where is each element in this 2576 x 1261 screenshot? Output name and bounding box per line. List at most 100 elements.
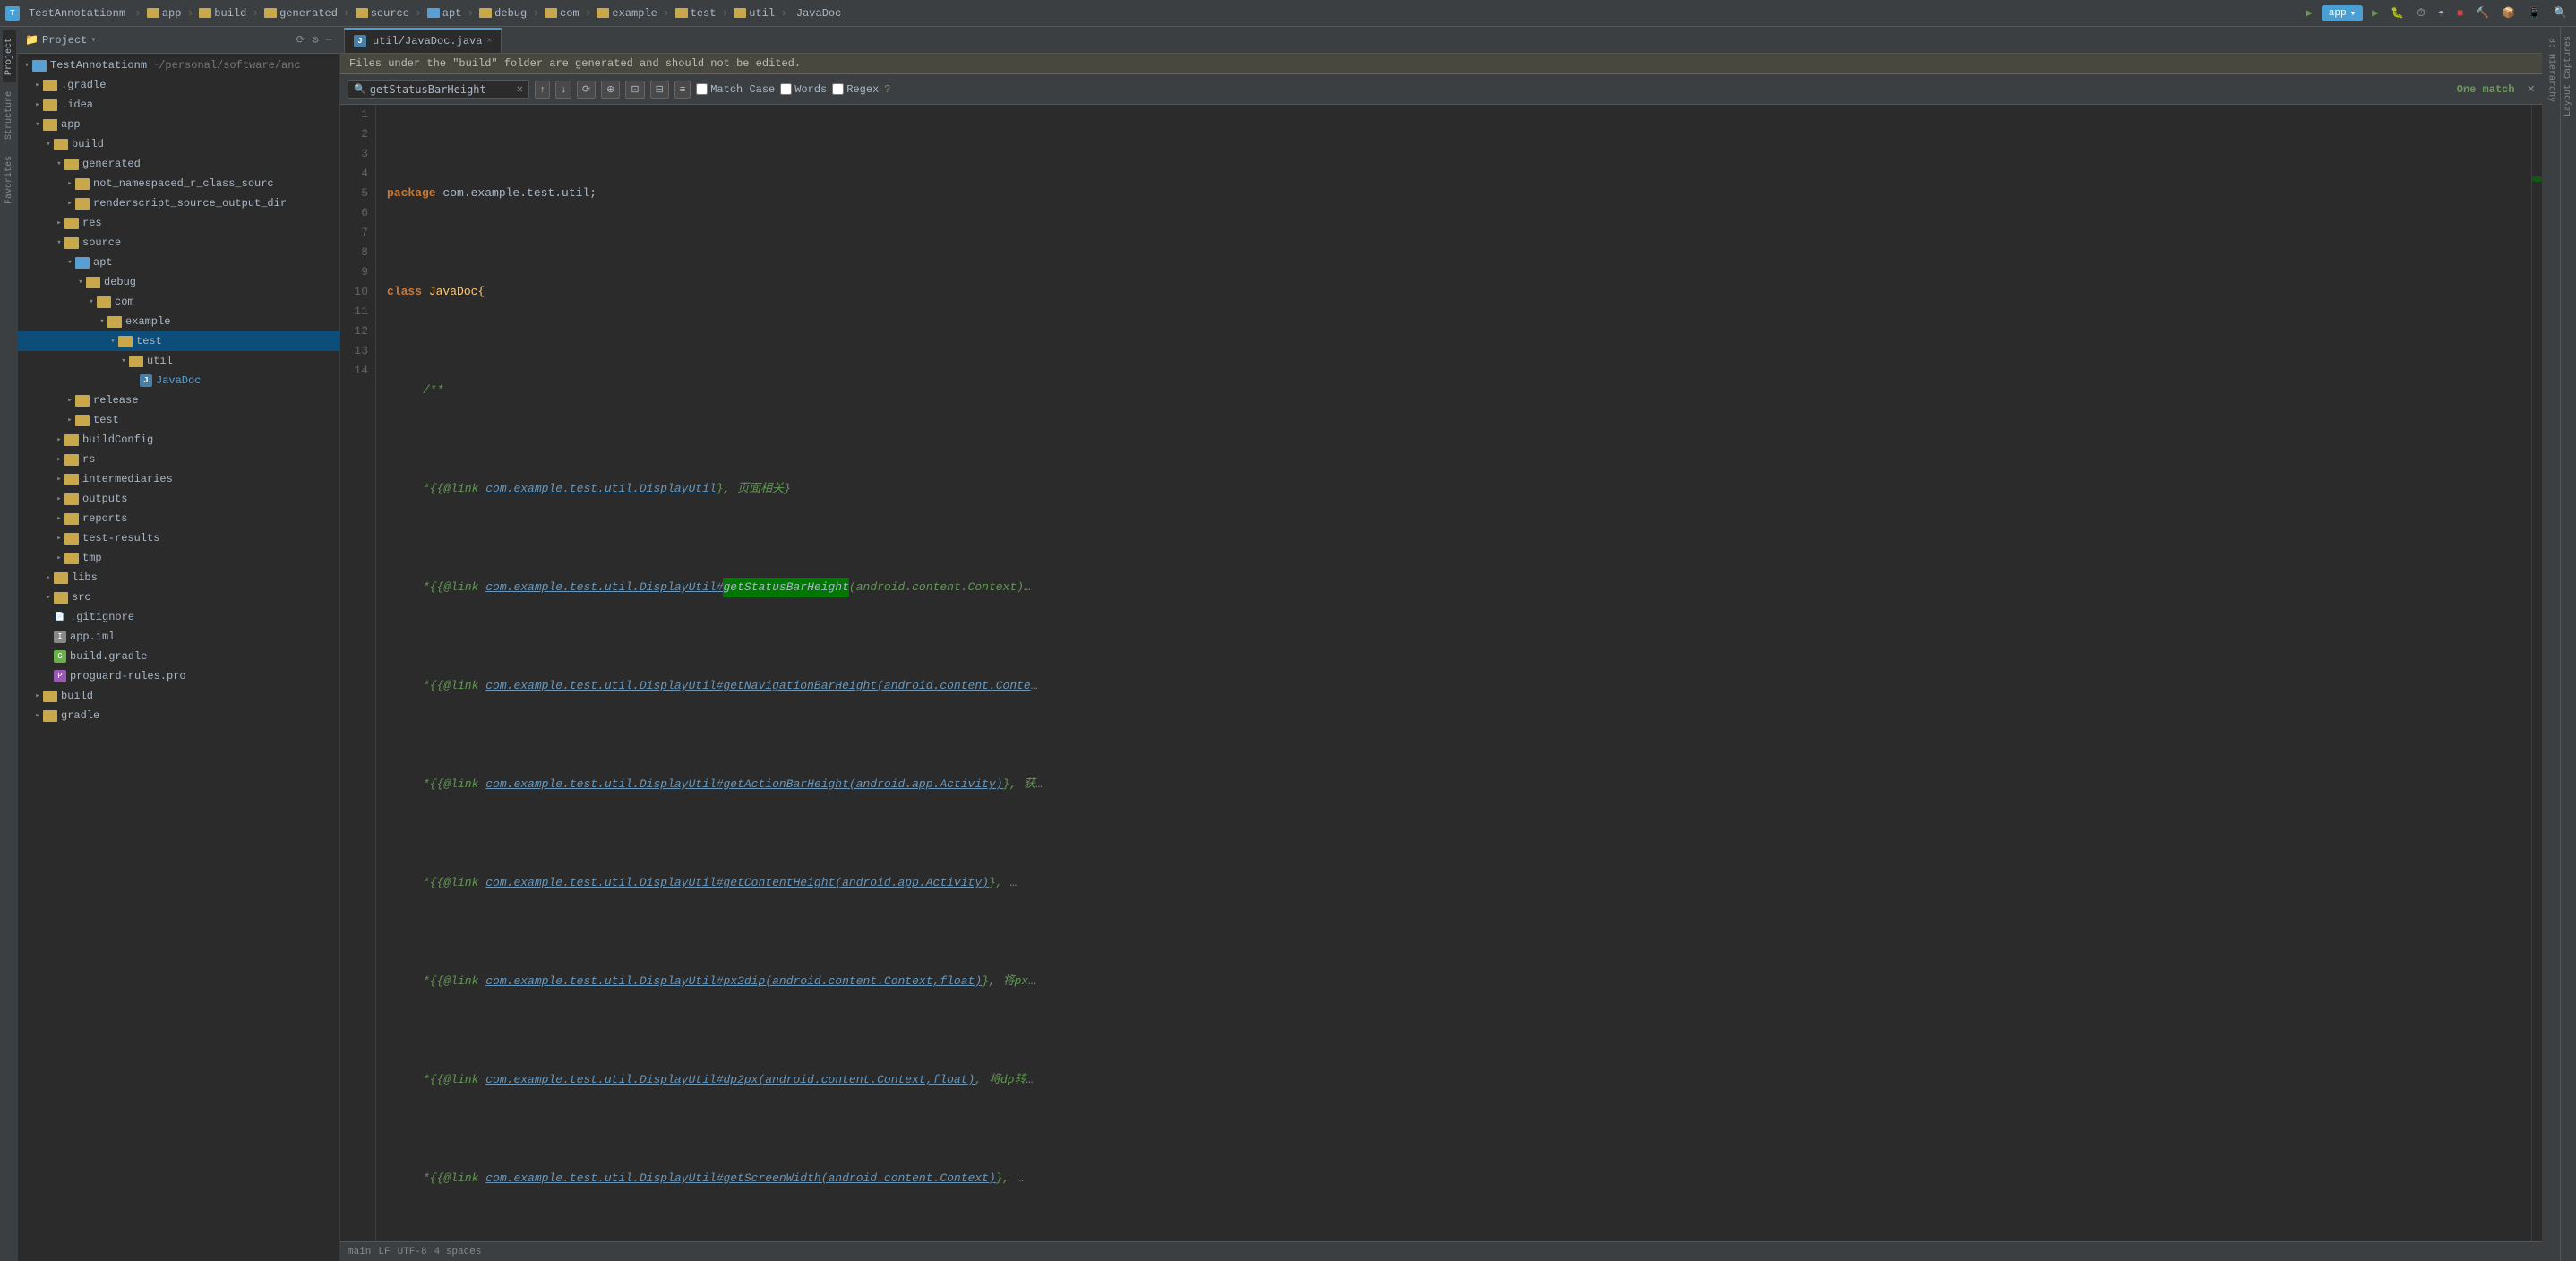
left-tab-project[interactable]: Project: [3, 30, 16, 82]
tree-item-gradle-hidden[interactable]: .gradle: [18, 75, 339, 95]
search-clear-button[interactable]: ✕: [517, 82, 523, 96]
tree-item-src[interactable]: src: [18, 588, 339, 607]
code-content[interactable]: package com.example.test.util; class Jav…: [376, 105, 2531, 1241]
breadcrumb-source[interactable]: source: [356, 7, 409, 20]
search-find-all-button[interactable]: ⟳: [577, 81, 596, 99]
tab-close-button[interactable]: ×: [486, 37, 492, 47]
profile-icon[interactable]: ⏱: [2413, 5, 2428, 21]
tree-item-tmp[interactable]: tmp: [18, 548, 339, 568]
breadcrumb-apt[interactable]: apt: [427, 7, 462, 20]
breadcrumb-com[interactable]: com: [545, 7, 580, 20]
search-prev-button[interactable]: ↑: [535, 81, 551, 99]
search-help-icon[interactable]: ?: [884, 83, 890, 96]
minimize-icon[interactable]: —: [326, 33, 332, 47]
breadcrumb-generated[interactable]: generated: [264, 7, 338, 20]
tree-item-example[interactable]: example: [18, 312, 339, 331]
proguard-icon: P: [54, 670, 66, 682]
res-arrow: [54, 219, 64, 227]
tree-item-build-root[interactable]: build: [18, 686, 339, 706]
tree-item-test-build[interactable]: test: [18, 410, 339, 430]
search-add-cursor-button[interactable]: ⊕: [601, 81, 620, 99]
overflow-8: …: [1009, 873, 1017, 893]
example-arrow: [97, 317, 107, 326]
tree-item-gitignore[interactable]: 📄 .gitignore: [18, 607, 339, 627]
sync-icon[interactable]: ⟳: [296, 33, 305, 47]
settings-icon[interactable]: ⚙: [313, 33, 319, 47]
status-indent: 4 spaces: [434, 1247, 482, 1257]
tree-item-release[interactable]: release: [18, 390, 339, 410]
run-button[interactable]: ▶: [2303, 4, 2316, 21]
tree-item-renderscript[interactable]: renderscript_source_output_dir: [18, 193, 339, 213]
tree-item-res[interactable]: res: [18, 213, 339, 233]
tree-item-com[interactable]: com: [18, 292, 339, 312]
breadcrumb-build[interactable]: build: [199, 7, 246, 20]
run-icon[interactable]: ▶: [2368, 4, 2382, 21]
tree-item-root[interactable]: TestAnnotationm ~/personal/software/anc: [18, 56, 339, 75]
tree-item-test[interactable]: test: [18, 331, 339, 351]
breadcrumb-javadoc[interactable]: JavaDoc: [793, 5, 845, 21]
coverage-icon[interactable]: ☂: [2434, 4, 2448, 21]
project-header-icons: ⟳ ⚙ —: [296, 33, 333, 47]
apt-folder-icon: [427, 8, 440, 18]
tree-item-idea[interactable]: .idea: [18, 95, 339, 115]
tree-item-apt[interactable]: apt: [18, 253, 339, 272]
tree-item-reports[interactable]: reports: [18, 509, 339, 528]
hierarchy-tab[interactable]: 8: Hierarchy: [2545, 30, 2558, 109]
match-case-checkbox[interactable]: [696, 83, 708, 95]
words-option[interactable]: Words: [780, 83, 827, 96]
tree-item-intermediaries[interactable]: intermediaries: [18, 469, 339, 489]
left-tab-favorites[interactable]: Favorites: [3, 149, 16, 211]
tree-item-libs[interactable]: libs: [18, 568, 339, 588]
app-config-dropdown[interactable]: app ▾: [2322, 5, 2363, 21]
code-line-9: *{{@link com.example.test.util.DisplayUt…: [387, 972, 2520, 991]
breadcrumb-util[interactable]: util: [734, 7, 775, 20]
match-case-option[interactable]: Match Case: [696, 83, 775, 96]
link-tag-11: @link: [443, 1169, 478, 1188]
regex-checkbox[interactable]: [832, 83, 844, 95]
search-filter-button2[interactable]: ⊟: [650, 81, 669, 99]
tree-item-build[interactable]: build: [18, 134, 339, 154]
build-folder-icon2: [54, 139, 68, 150]
search-next-button[interactable]: ↓: [555, 81, 571, 99]
tree-item-debug[interactable]: debug: [18, 272, 339, 292]
tree-item-proguard[interactable]: P proguard-rules.pro: [18, 666, 339, 686]
tree-item-outputs[interactable]: outputs: [18, 489, 339, 509]
left-vertical-tabs: Project Structure Favorites: [0, 27, 18, 1261]
stop-icon[interactable]: ■: [2453, 5, 2467, 21]
search-input[interactable]: [370, 83, 513, 96]
tree-item-build-gradle[interactable]: G build.gradle: [18, 647, 339, 666]
breadcrumb-example[interactable]: example: [597, 7, 657, 20]
tree-item-rs[interactable]: rs: [18, 450, 339, 469]
tree-item-source[interactable]: source: [18, 233, 339, 253]
comment-rest-11: },: [996, 1169, 1017, 1188]
search-filter-button1[interactable]: ⊡: [625, 81, 644, 99]
tree-item-not-namespaced[interactable]: not_namespaced_r_class_sourc: [18, 174, 339, 193]
search-funnel-button[interactable]: ≡: [674, 81, 691, 99]
debug-icon[interactable]: 🐛: [2387, 4, 2408, 21]
words-checkbox[interactable]: [780, 83, 792, 95]
tree-item-javadoc[interactable]: J JavaDoc: [18, 371, 339, 390]
code-line-5: *{{@link com.example.test.util.DisplayUt…: [387, 578, 2520, 597]
breadcrumb-app[interactable]: app: [147, 7, 182, 20]
tree-item-app-iml[interactable]: I app.iml: [18, 627, 339, 647]
build-icon[interactable]: 🔨: [2472, 4, 2493, 21]
breadcrumb-test[interactable]: test: [675, 7, 717, 20]
project-name[interactable]: TestAnnotationm: [25, 5, 129, 21]
layout-captures-tab[interactable]: Layout Captures: [2563, 30, 2574, 122]
tree-item-generated[interactable]: generated: [18, 154, 339, 174]
editor-scrollbar[interactable]: [2531, 105, 2542, 1241]
avd-manager-icon[interactable]: 📱: [2524, 4, 2545, 21]
tree-item-app[interactable]: app: [18, 115, 339, 134]
regex-option[interactable]: Regex: [832, 83, 879, 96]
search-close-button[interactable]: ✕: [2528, 81, 2535, 97]
tree-item-test-results[interactable]: test-results: [18, 528, 339, 548]
tree-item-util[interactable]: util: [18, 351, 339, 371]
tab-java-icon: J: [354, 35, 366, 47]
tree-item-gradle-root[interactable]: gradle: [18, 706, 339, 725]
left-tab-structure[interactable]: Structure: [3, 84, 16, 147]
tree-item-buildconfig[interactable]: buildConfig: [18, 430, 339, 450]
breadcrumb-debug[interactable]: debug: [479, 7, 527, 20]
sdk-manager-icon[interactable]: 📦: [2498, 4, 2519, 21]
editor-tab-javadoc[interactable]: J util/JavaDoc.java ×: [344, 28, 502, 53]
search-everywhere-icon[interactable]: 🔍: [2550, 4, 2571, 21]
